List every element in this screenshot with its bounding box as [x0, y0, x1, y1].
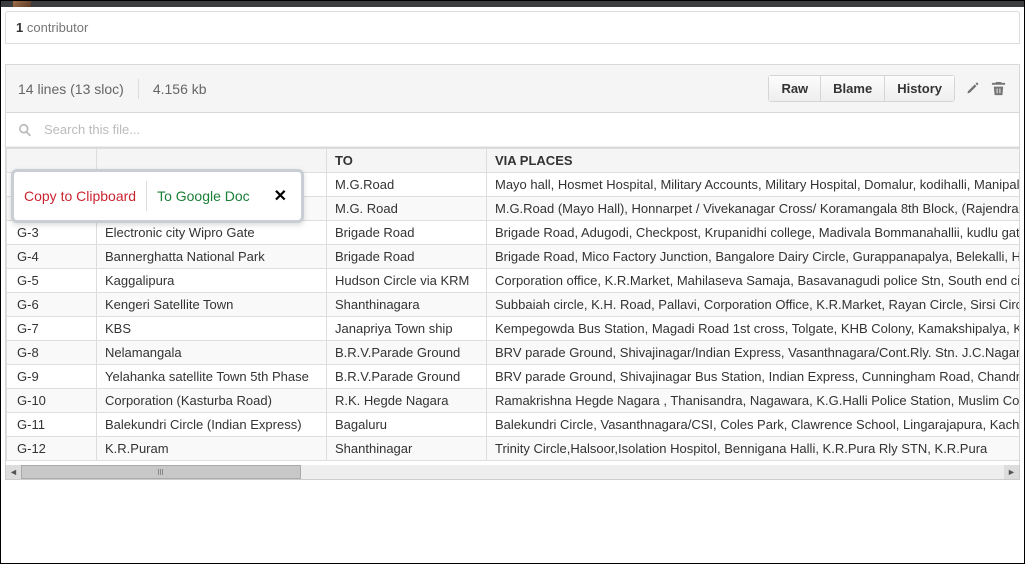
cell-via: Balekundri Circle, Vasanthnagara/CSI, Co… [487, 413, 1021, 437]
cell-from: Nelamangala [97, 341, 327, 365]
table-row: G-4Bannerghatta National ParkBrigade Roa… [7, 245, 1021, 269]
cell-to: Brigade Road [327, 221, 487, 245]
cell-from: Kaggalipura [97, 269, 327, 293]
contributors-bar: 1 contributor [5, 11, 1020, 44]
cell-from: Kengeri Satellite Town [97, 293, 327, 317]
search-row [6, 113, 1019, 147]
cell-via: Corporation office, K.R.Market, Mahilase… [487, 269, 1021, 293]
cell-to: Janapriya Town ship [327, 317, 487, 341]
table-row: G-6 Kengeri Satellite TownShanthinagara … [7, 293, 1021, 317]
cell-via: Mayo hall, Hosmet Hospital, Military Acc… [487, 173, 1021, 197]
cell-from: Balekundri Circle (Indian Express) [97, 413, 327, 437]
history-button[interactable]: History [885, 75, 955, 102]
avatar [13, 0, 31, 7]
cell-via: Brigade Road, Mico Factory Junction, Ban… [487, 245, 1021, 269]
cell-route: G-5 [7, 269, 97, 293]
cell-route: G-8 [7, 341, 97, 365]
cell-route: G-4 [7, 245, 97, 269]
cell-route: G-10 [7, 389, 97, 413]
cell-to: Hudson Circle via KRM [327, 269, 487, 293]
cell-from: KBS [97, 317, 327, 341]
contributor-label: contributor [27, 20, 88, 35]
table-row: G-8NelamangalaB.R.V.Parade GroundBRV par… [7, 341, 1021, 365]
table-row: G-9 Yelahanka satellite Town 5th PhaseB.… [7, 365, 1021, 389]
file-actions: Raw Blame History [768, 75, 1007, 102]
file-info: 14 lines (13 sloc) 4.156 kb [18, 79, 207, 99]
title-bar [1, 1, 1024, 7]
cell-to: R.K. Hegde Nagara [327, 389, 487, 413]
cell-via: BRV parade Ground, Shivajinagar/Indian E… [487, 341, 1021, 365]
cell-to: Brigade Road [327, 245, 487, 269]
cell-via: BRV parade Ground, Shivajinagar Bus Stat… [487, 365, 1021, 389]
search-input[interactable] [42, 121, 342, 138]
cell-from: K.R.Puram [97, 437, 327, 461]
cell-via: Ramakrishna Hegde Nagara , Thanisandra, … [487, 389, 1021, 413]
blame-button[interactable]: Blame [821, 75, 885, 102]
cell-via: Subbaiah circle, K.H. Road, Pallavi, Cor… [487, 293, 1021, 317]
file-panel: 14 lines (13 sloc) 4.156 kb Raw Blame Hi… [5, 64, 1020, 148]
trash-icon[interactable] [989, 80, 1007, 98]
table-row: G-5 KaggalipuraHudson Circle via KRMCorp… [7, 269, 1021, 293]
table-row: G-10Corporation (Kasturba Road)R.K. Hegd… [7, 389, 1021, 413]
scroll-left-arrow[interactable]: ◄ [6, 465, 21, 479]
edit-icon[interactable] [963, 80, 981, 98]
cell-via: Kempegowda Bus Station, Magadi Road 1st … [487, 317, 1021, 341]
cell-via: Trinity Circle,Halsoor,Isolation Hospito… [487, 437, 1021, 461]
cell-route: G-9 [7, 365, 97, 389]
table-row: G-11Balekundri Circle (Indian Express)Ba… [7, 413, 1021, 437]
file-size: 4.156 kb [153, 81, 207, 97]
cell-to: B.R.V.Parade Ground [327, 365, 487, 389]
cell-to: Bagaluru [327, 413, 487, 437]
cell-via: M.G.Road (Mayo Hall), Honnarpet / Viveka… [487, 197, 1021, 221]
cell-route: G-11 [7, 413, 97, 437]
col-header-via: VIA PLACES [487, 149, 1021, 173]
copy-to-clipboard-button[interactable]: Copy to Clipboard [14, 180, 146, 212]
app-window: 1 contributor 14 lines (13 sloc) 4.156 k… [0, 0, 1025, 564]
table-row: G-12K.R.PuramShanthinagarTrinity Circle,… [7, 437, 1021, 461]
to-google-doc-button[interactable]: To Google Doc [147, 180, 260, 212]
divider [138, 79, 139, 99]
search-icon [18, 123, 32, 137]
scroll-track[interactable] [21, 465, 1004, 479]
cell-to: Shanthinagara [327, 293, 487, 317]
col-header-to: TO [327, 149, 487, 173]
table-row: G-3Electronic city Wipro GateBrigade Roa… [7, 221, 1021, 245]
cell-route: G-7 [7, 317, 97, 341]
scroll-thumb[interactable] [21, 465, 301, 479]
file-lines: 14 lines (13 sloc) [18, 81, 124, 97]
cell-route: G-12 [7, 437, 97, 461]
cell-via: Brigade Road, Adugodi, Checkpost, Krupan… [487, 221, 1021, 245]
raw-button[interactable]: Raw [768, 75, 821, 102]
cell-to: M.G. Road [327, 197, 487, 221]
copy-popup: Copy to Clipboard To Google Doc ✕ [11, 169, 304, 223]
cell-route: G-6 [7, 293, 97, 317]
close-icon[interactable]: ✕ [260, 178, 301, 214]
horizontal-scrollbar[interactable]: ◄ ► [5, 465, 1020, 480]
cell-to: Shanthinagar [327, 437, 487, 461]
cell-route: G-3 [7, 221, 97, 245]
cell-from: Yelahanka satellite Town 5th Phase [97, 365, 327, 389]
cell-from: Bannerghatta National Park [97, 245, 327, 269]
contributor-count: 1 [16, 20, 23, 35]
cell-from: Corporation (Kasturba Road) [97, 389, 327, 413]
file-header: 14 lines (13 sloc) 4.156 kb Raw Blame Hi… [6, 65, 1019, 113]
table-row: G-7KBSJanapriya Town shipKempegowda Bus … [7, 317, 1021, 341]
cell-to: M.G.Road [327, 173, 487, 197]
cell-to: B.R.V.Parade Ground [327, 341, 487, 365]
scroll-right-arrow[interactable]: ► [1004, 465, 1019, 479]
cell-from: Electronic city Wipro Gate [97, 221, 327, 245]
button-group: Raw Blame History [768, 75, 955, 102]
